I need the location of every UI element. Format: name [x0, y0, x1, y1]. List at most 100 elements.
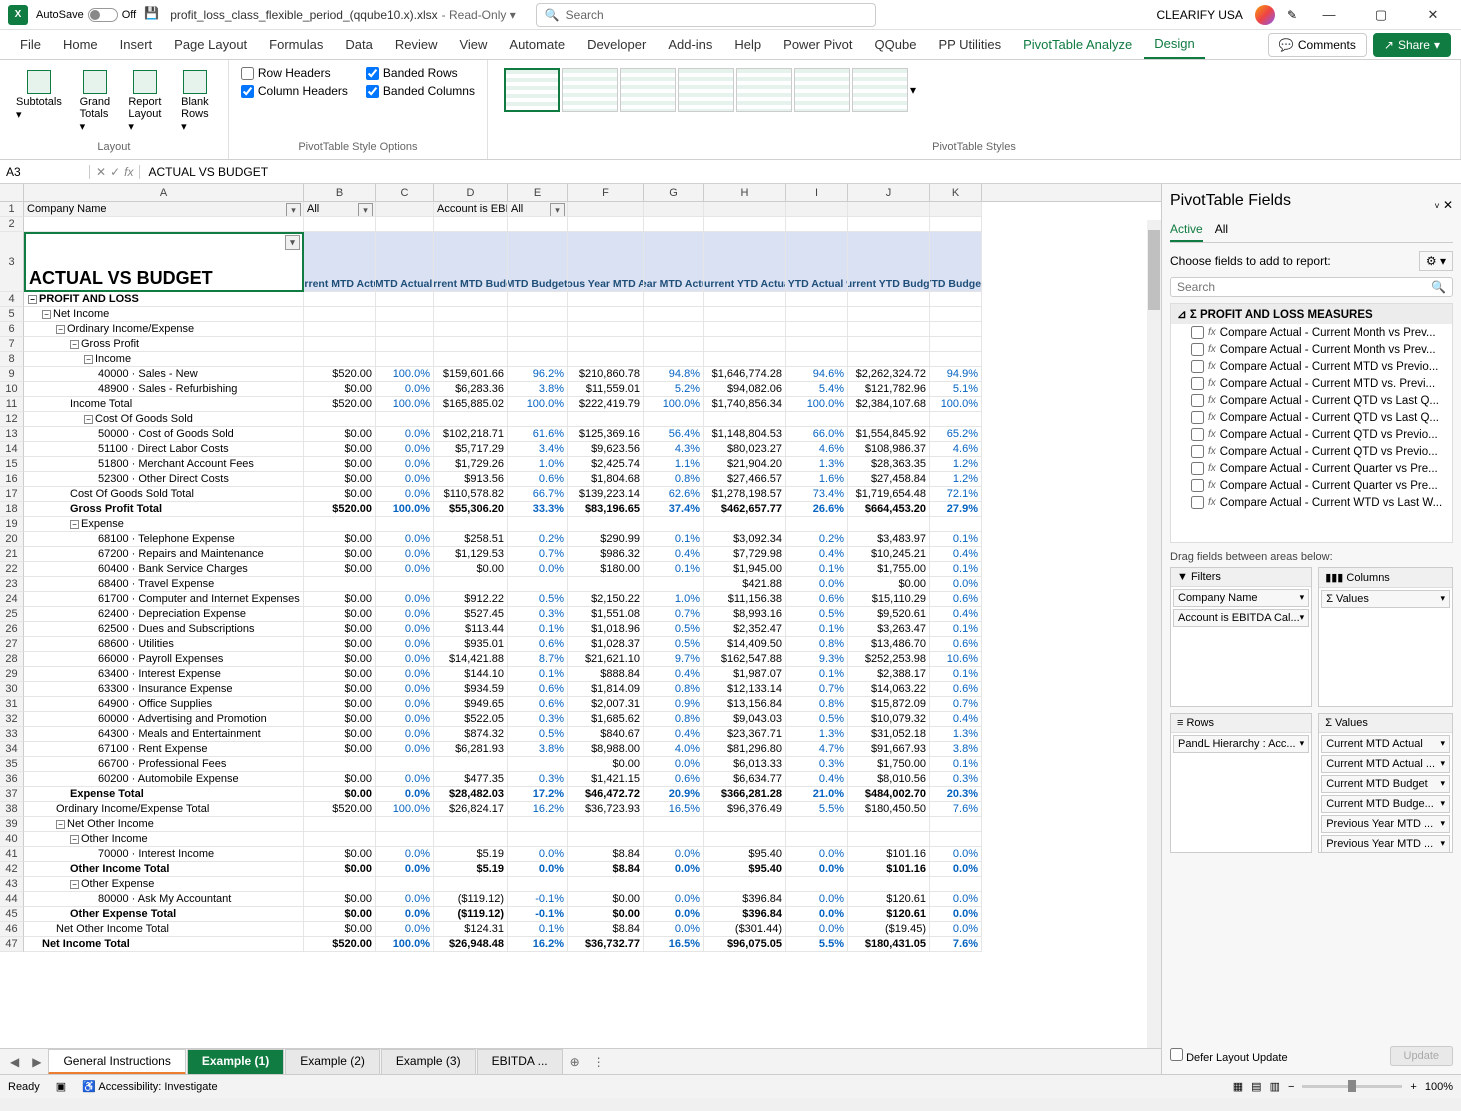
- row-header[interactable]: 10: [0, 382, 24, 397]
- cell[interactable]: 0.0%: [930, 862, 982, 877]
- cell[interactable]: $101.16: [848, 847, 930, 862]
- row-header[interactable]: 9: [0, 367, 24, 382]
- cell[interactable]: 0.8%: [786, 637, 848, 652]
- cell[interactable]: [568, 577, 644, 592]
- cell[interactable]: [568, 292, 644, 307]
- row-header[interactable]: 1: [0, 202, 24, 217]
- cell[interactable]: $23,367.71: [704, 727, 786, 742]
- cell[interactable]: [568, 352, 644, 367]
- cell[interactable]: $1,018.96: [568, 622, 644, 637]
- col-header[interactable]: F: [568, 184, 644, 201]
- row-label[interactable]: 64900 · Office Supplies: [24, 697, 304, 712]
- cell[interactable]: [304, 517, 376, 532]
- row-header[interactable]: 44: [0, 892, 24, 907]
- ribbon-tab-file[interactable]: File: [10, 31, 51, 58]
- cell[interactable]: [930, 292, 982, 307]
- field-item[interactable]: fx Compare Actual - Current Quarter vs P…: [1171, 477, 1452, 494]
- cell[interactable]: $27,466.57: [704, 472, 786, 487]
- ribbon-tab-data[interactable]: Data: [335, 31, 382, 58]
- row-label[interactable]: −Other Income: [24, 832, 304, 847]
- cell[interactable]: $520.00: [304, 802, 376, 817]
- row-label[interactable]: 80000 · Ask My Accountant: [24, 892, 304, 907]
- row-label[interactable]: 51800 · Merchant Account Fees: [24, 457, 304, 472]
- row-label[interactable]: Cost Of Goods Sold Total: [24, 487, 304, 502]
- row-header[interactable]: 7: [0, 337, 24, 352]
- cell[interactable]: $0.00: [304, 922, 376, 937]
- cell[interactable]: 1.1%: [644, 457, 704, 472]
- name-box[interactable]: A3: [0, 165, 90, 179]
- pen-icon[interactable]: ✎: [1287, 8, 1297, 22]
- cell[interactable]: 0.7%: [508, 547, 568, 562]
- defer-checkbox[interactable]: Defer Layout Update: [1170, 1048, 1288, 1064]
- cell[interactable]: 0.5%: [786, 712, 848, 727]
- comments-button[interactable]: 💬 Comments: [1268, 33, 1367, 57]
- cell[interactable]: 3.4%: [508, 442, 568, 457]
- cell[interactable]: $1,551.08: [568, 607, 644, 622]
- cell[interactable]: $520.00: [304, 937, 376, 952]
- cell[interactable]: 0.0%: [786, 907, 848, 922]
- cell[interactable]: 0.2%: [508, 532, 568, 547]
- cell[interactable]: [434, 757, 508, 772]
- cell[interactable]: $13,486.70: [848, 637, 930, 652]
- cell[interactable]: 0.8%: [644, 682, 704, 697]
- cell[interactable]: 0.0%: [376, 682, 434, 697]
- cell[interactable]: $6,281.93: [434, 742, 508, 757]
- tab-menu-icon[interactable]: ⋮: [587, 1055, 611, 1069]
- row-header[interactable]: 14: [0, 442, 24, 457]
- cell[interactable]: $6,634.77: [704, 772, 786, 787]
- cell[interactable]: $21,904.20: [704, 457, 786, 472]
- ribbon-tab-help[interactable]: Help: [724, 31, 771, 58]
- row-header[interactable]: 3: [0, 232, 24, 292]
- cell[interactable]: [930, 337, 982, 352]
- cell[interactable]: $2,150.22: [568, 592, 644, 607]
- cell[interactable]: $8,988.00: [568, 742, 644, 757]
- cell[interactable]: $83,196.65: [568, 502, 644, 517]
- row-header[interactable]: 20: [0, 532, 24, 547]
- cell[interactable]: [848, 322, 930, 337]
- cell[interactable]: 1.3%: [786, 727, 848, 742]
- cell[interactable]: 0.0%: [508, 862, 568, 877]
- tab-nav-prev-icon[interactable]: ◀: [4, 1055, 25, 1069]
- cell[interactable]: [508, 412, 568, 427]
- cell[interactable]: $36,723.93: [568, 802, 644, 817]
- cell[interactable]: 16.5%: [644, 802, 704, 817]
- fields-list[interactable]: ⊿ Σ PROFIT AND LOSS MEASURES fx Compare …: [1170, 303, 1453, 543]
- readonly-label[interactable]: - Read-Only ▾: [442, 8, 516, 22]
- cell[interactable]: 1.0%: [508, 457, 568, 472]
- cell[interactable]: $95.40: [704, 847, 786, 862]
- pivot-title[interactable]: ACTUAL VS BUDGET: [24, 232, 304, 292]
- row-header[interactable]: 21: [0, 547, 24, 562]
- ribbon-button[interactable]: BlankRows▾: [174, 68, 216, 135]
- cell[interactable]: $0.00: [304, 592, 376, 607]
- row-label[interactable]: 67100 · Rent Expense: [24, 742, 304, 757]
- cell[interactable]: 0.4%: [930, 607, 982, 622]
- cell[interactable]: [704, 877, 786, 892]
- cell[interactable]: [508, 877, 568, 892]
- row-label[interactable]: 63400 · Interest Expense: [24, 667, 304, 682]
- col-header[interactable]: G: [644, 184, 704, 201]
- cell[interactable]: 0.0%: [644, 757, 704, 772]
- col-header[interactable]: J: [848, 184, 930, 201]
- ribbon-tab-formulas[interactable]: Formulas: [259, 31, 333, 58]
- cell[interactable]: $26,824.17: [434, 802, 508, 817]
- cell[interactable]: [434, 817, 508, 832]
- cell[interactable]: [848, 307, 930, 322]
- cell[interactable]: [786, 337, 848, 352]
- cell[interactable]: $252,253.98: [848, 652, 930, 667]
- cell[interactable]: 100.0%: [786, 397, 848, 412]
- row-label[interactable]: 68600 · Utilities: [24, 637, 304, 652]
- cell[interactable]: $1,729.26: [434, 457, 508, 472]
- cell[interactable]: $396.84: [704, 907, 786, 922]
- cell[interactable]: $13,156.84: [704, 697, 786, 712]
- row-label[interactable]: 66000 · Payroll Expenses: [24, 652, 304, 667]
- cell[interactable]: $55,306.20: [434, 502, 508, 517]
- cell[interactable]: $0.00: [304, 727, 376, 742]
- cell[interactable]: $0.00: [304, 607, 376, 622]
- cell[interactable]: 27.9%: [930, 502, 982, 517]
- row-label[interactable]: −Income: [24, 352, 304, 367]
- cell[interactable]: 0.0%: [786, 892, 848, 907]
- cell[interactable]: -0.1%: [508, 907, 568, 922]
- cell[interactable]: $3,263.47: [848, 622, 930, 637]
- cell[interactable]: [930, 817, 982, 832]
- row-label[interactable]: 48900 · Sales - Refurbishing: [24, 382, 304, 397]
